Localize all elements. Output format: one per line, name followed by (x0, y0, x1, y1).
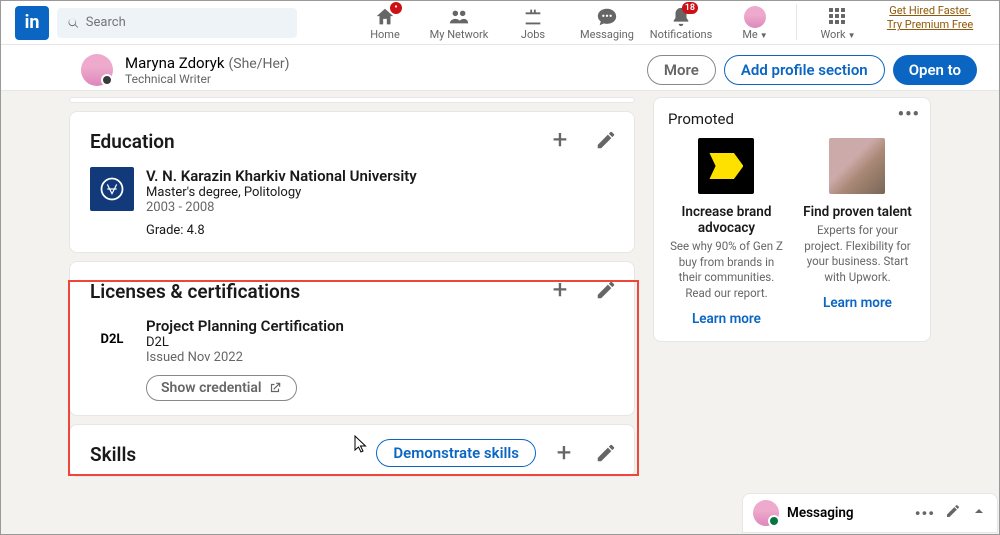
pencil-icon (595, 442, 617, 464)
promoted-menu-button[interactable]: ••• (898, 104, 920, 125)
promo-desc: See why 90% of Gen Z buy from brands in … (668, 239, 785, 301)
search-box[interactable] (57, 8, 297, 38)
search-input[interactable] (86, 15, 287, 30)
compose-icon (945, 503, 961, 519)
nav-home[interactable]: • Home (348, 4, 422, 41)
open-to-button[interactable]: Open to (893, 55, 977, 85)
promoted-title: Promoted (668, 110, 916, 128)
plus-icon: + (553, 277, 568, 303)
main-column: Education + V. N. Karazin Kharkiv Nation… (69, 97, 635, 485)
show-credential-button[interactable]: Show credential (146, 375, 297, 401)
nav-items: • Home My Network Jobs Messaging 18 Noti… (348, 4, 985, 41)
promo-desc: Experts for your project. Flexibility fo… (799, 223, 916, 285)
promo-heading: Find proven talent (799, 204, 916, 220)
linkedin-logo[interactable]: in (15, 6, 49, 40)
promo-item[interactable]: Increase brand advocacy See why 90% of G… (668, 138, 785, 327)
messaging-more-button[interactable]: ••• (915, 504, 935, 523)
card-stub (69, 97, 635, 103)
nav-work[interactable]: Work▼ (801, 4, 875, 41)
messaging-avatar (753, 500, 779, 526)
promo-link[interactable]: Learn more (799, 295, 916, 311)
education-entry: V. N. Karazin Kharkiv National Universit… (90, 167, 614, 238)
nav-network-label: My Network (430, 28, 489, 41)
nav-me[interactable]: Me▼ (718, 4, 792, 41)
sidebar: Promoted ••• Increase brand advocacy See… (653, 97, 931, 485)
search-icon (67, 16, 80, 30)
nav-jobs-label: Jobs (521, 28, 545, 41)
education-card: Education + V. N. Karazin Kharkiv Nation… (69, 111, 635, 253)
profile-avatar[interactable] (81, 54, 113, 86)
promoted-card: Promoted ••• Increase brand advocacy See… (653, 97, 931, 342)
show-cred-label: Show credential (161, 380, 262, 396)
plus-icon: + (557, 440, 572, 466)
skills-card: Skills Demonstrate skills + (69, 424, 635, 477)
edit-skill-button[interactable] (592, 439, 620, 467)
nav-notif-label: Notifications (650, 28, 713, 41)
issuer-logo: D2L (90, 317, 134, 361)
promo-image (698, 138, 754, 194)
cert-name: Project Planning Certification (146, 317, 614, 335)
network-icon (448, 6, 470, 28)
compose-button[interactable] (945, 503, 961, 523)
issued-date: Issued Nov 2022 (146, 350, 614, 365)
nav-home-label: Home (370, 28, 400, 41)
cursor-annotation (354, 435, 368, 453)
expand-button[interactable] (971, 503, 987, 523)
demonstrate-skills-button[interactable]: Demonstrate skills (376, 439, 536, 467)
nav-notifications[interactable]: 18 Notifications (644, 4, 718, 41)
external-link-icon (268, 381, 282, 395)
school-name: V. N. Karazin Kharkiv National Universit… (146, 167, 614, 185)
premium-link[interactable]: Get Hired Faster.Try Premium Free (875, 4, 985, 41)
avatar-icon (744, 6, 766, 28)
school-logo (90, 167, 134, 211)
nav-network[interactable]: My Network (422, 4, 496, 41)
nav-divider (796, 4, 797, 40)
content: Education + V. N. Karazin Kharkiv Nation… (1, 91, 999, 485)
nav-messaging[interactable]: Messaging (570, 4, 644, 41)
add-license-button[interactable]: + (546, 276, 574, 304)
edit-license-button[interactable] (592, 276, 620, 304)
chevron-up-icon (971, 503, 987, 519)
top-nav: in • Home My Network Jobs Messaging 18 N… (1, 1, 999, 45)
years: 2003 - 2008 (146, 200, 614, 215)
promo-item[interactable]: Find proven talent Experts for your proj… (799, 138, 916, 327)
pencil-icon (595, 129, 617, 151)
edit-education-button[interactable] (592, 126, 620, 154)
profile-pronouns: (She/Her) (228, 56, 289, 72)
nav-messaging-label: Messaging (580, 28, 634, 41)
add-section-button[interactable]: Add profile section (724, 55, 885, 85)
degree: Master's degree, Politology (146, 185, 614, 200)
promo-link[interactable]: Learn more (668, 311, 785, 327)
pencil-icon (595, 279, 617, 301)
profile-name: Maryna Zdoryk (125, 54, 225, 72)
messaging-icon (596, 6, 618, 28)
profile-bar: Maryna Zdoryk (She/Her) Technical Writer… (1, 45, 999, 91)
grid-icon (829, 8, 847, 26)
grade: Grade: 4.8 (146, 223, 614, 238)
license-entry: D2L Project Planning Certification D2L I… (90, 317, 614, 401)
messaging-bar[interactable]: Messaging ••• (742, 493, 998, 533)
plus-icon: + (553, 127, 568, 153)
nav-work-label: Work▼ (820, 28, 855, 41)
more-button[interactable]: More (647, 55, 716, 85)
promo-heading: Increase brand advocacy (668, 204, 785, 236)
profile-role: Technical Writer (125, 72, 290, 86)
messaging-label: Messaging (787, 505, 907, 521)
jobs-icon (522, 6, 544, 28)
licenses-card: Licenses & certifications + D2L Project … (69, 261, 635, 416)
nav-me-label: Me▼ (742, 28, 767, 41)
licenses-title: Licenses & certifications (90, 280, 614, 303)
issuer: D2L (146, 335, 614, 350)
promo-image (829, 138, 885, 194)
notif-badge: 18 (682, 2, 698, 14)
nav-jobs[interactable]: Jobs (496, 4, 570, 41)
add-education-button[interactable]: + (546, 126, 574, 154)
education-title: Education (90, 130, 614, 153)
home-badge: • (390, 2, 402, 14)
add-skill-button[interactable]: + (550, 439, 578, 467)
